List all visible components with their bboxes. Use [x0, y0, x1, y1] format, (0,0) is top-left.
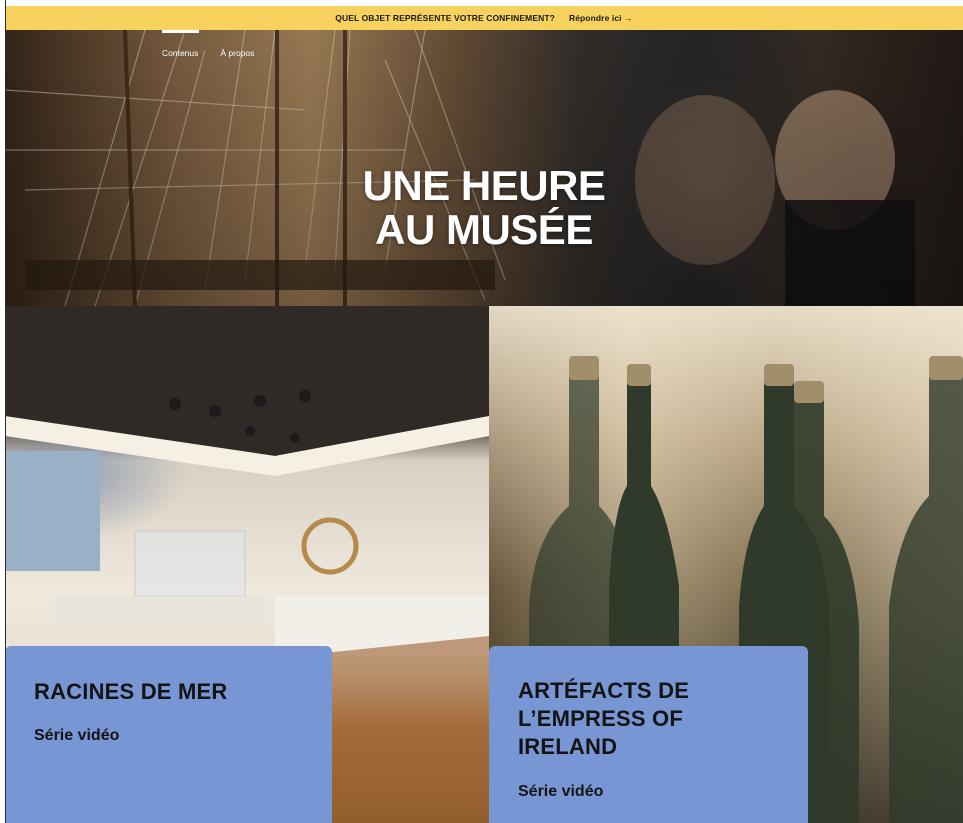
card-subtitle: Série vidéo	[34, 727, 120, 744]
card-empress-of-ireland[interactable]: ARTÉFACTS DE L’EMPRESS OF IRELAND Série …	[489, 306, 963, 823]
card-subtitle: Série vidéo	[518, 783, 604, 800]
banner-answer-link[interactable]: Répondre ici →	[569, 13, 633, 23]
hero-title-line2: AU MUSÉE	[375, 206, 593, 254]
hero-title: UNE HEURE AU MUSÉE	[5, 164, 963, 252]
main-nav: Contenus À propos	[162, 30, 254, 58]
nav-item-contenus[interactable]: Contenus	[162, 30, 200, 58]
announcement-banner: QUEL OBJET REPRÉSENTE VOTRE CONFINEMENT?…	[5, 6, 963, 30]
hero-section: Contenus À propos UNE HEURE AU MUSÉE	[5, 30, 963, 306]
nav-item-a-propos[interactable]: À propos	[220, 30, 254, 58]
page-left-border	[5, 0, 6, 823]
card-title[interactable]: RACINES DE MER	[34, 678, 228, 706]
card-label-empress[interactable]: ARTÉFACTS DE L’EMPRESS OF IRELAND Série …	[489, 646, 808, 823]
card-racines-de-mer[interactable]: RACINES DE MER Série vidéo	[5, 306, 489, 823]
banner-question: QUEL OBJET REPRÉSENTE VOTRE CONFINEMENT?	[335, 13, 555, 23]
card-label-racines[interactable]: RACINES DE MER Série vidéo	[5, 646, 332, 823]
hero-title-line1: UNE HEURE	[362, 162, 606, 210]
card-title[interactable]: ARTÉFACTS DE L’EMPRESS OF IRELAND	[518, 677, 738, 761]
